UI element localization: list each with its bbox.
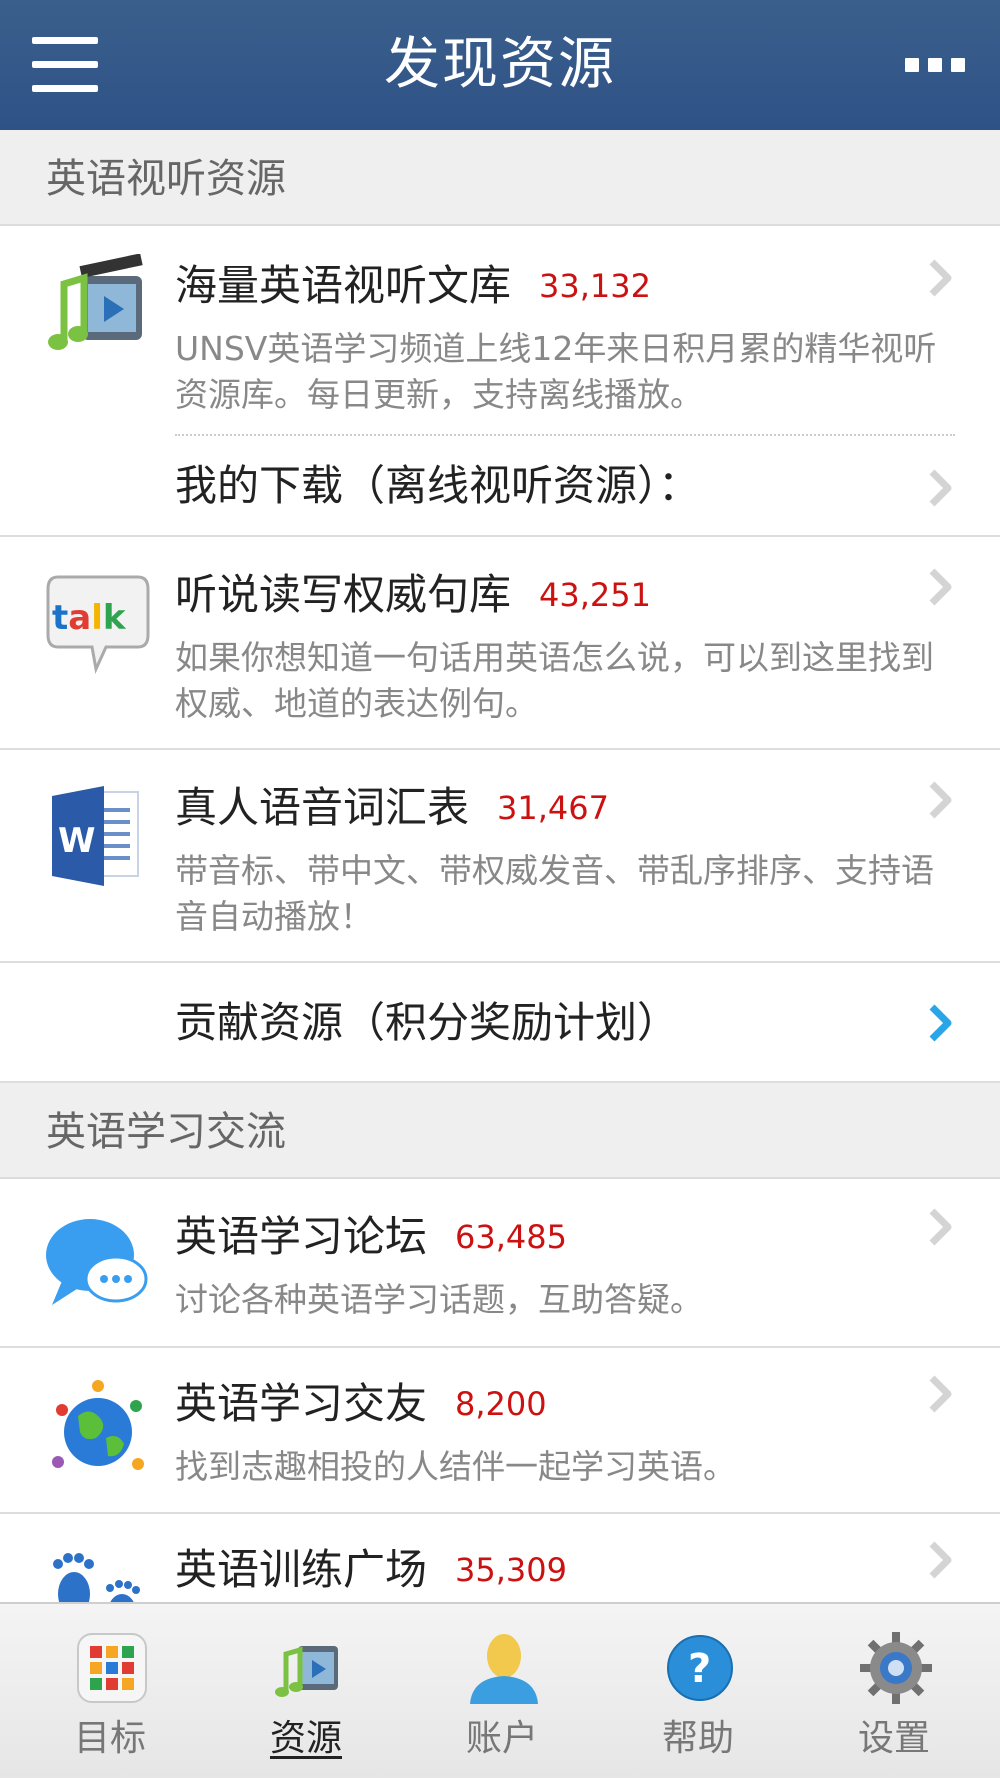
word-document-icon: W bbox=[52, 786, 139, 886]
user-icon bbox=[470, 1634, 538, 1704]
globe-people-icon bbox=[52, 1380, 144, 1470]
item-title: 英语学习论坛 63,485 bbox=[175, 1212, 567, 1261]
item-count: 63,485 bbox=[455, 1218, 567, 1256]
item-title: 海量英语视听文库 33,132 bbox=[175, 261, 651, 310]
divider bbox=[175, 434, 955, 436]
item-description: 带音标、带中文、带权威发音、带乱序排序、支持语音自动播放！ bbox=[175, 851, 934, 936]
item-count: 8,200 bbox=[455, 1385, 547, 1423]
tab-label: 资源 bbox=[269, 1718, 342, 1759]
apps-grid-icon bbox=[77, 1633, 147, 1703]
item-description: 找到志趣相投的人结伴一起学习英语。 bbox=[175, 1447, 736, 1486]
chevron-right-icon bbox=[929, 469, 952, 507]
footprints-icon bbox=[53, 1553, 140, 1602]
chevron-right-icon bbox=[929, 568, 952, 606]
top-nav-bar: 发现资源 bbox=[0, 0, 1000, 130]
list-item-sentence-bank[interactable]: talk 听说读写权威句库 43,251 如果你想知道一句话用英语怎么说，可以到这… bbox=[0, 537, 1000, 750]
item-description: UNSV英语学习频道上线12年来日积月累的精华视听资源库。每日更新，支持离线播放… bbox=[175, 329, 937, 414]
svg-text:?: ? bbox=[688, 1646, 711, 1692]
chevron-right-icon bbox=[929, 259, 952, 297]
bottom-tab-bar: 目标 资源 账户 ? 帮助 设置 bbox=[0, 1602, 1000, 1778]
page-title: 发现资源 bbox=[384, 32, 616, 97]
item-title: 贡献资源（积分奖励计划） bbox=[175, 998, 680, 1047]
item-description: 讨论各种英语学习话题，互助答疑。 bbox=[175, 1280, 703, 1319]
my-downloads-link[interactable]: 我的下载（离线视听资源）： bbox=[175, 460, 700, 512]
item-title: 真人语音词汇表 31,467 bbox=[175, 783, 609, 832]
list-item-video-library[interactable]: 海量英语视听文库 33,132 UNSV英语学习频道上线12年来日积月累的精华视听… bbox=[0, 228, 1000, 537]
chevron-right-icon bbox=[929, 1375, 952, 1413]
item-title: 英语学习交友 8,200 bbox=[175, 1379, 547, 1428]
tab-account[interactable]: 账户 bbox=[404, 1604, 600, 1778]
help-icon: ? bbox=[667, 1635, 733, 1701]
item-description: 如果你想知道一句话用英语怎么说，可以到这里找到权威、地道的表达例句。 bbox=[175, 638, 934, 723]
section-header-exchange: 英语学习交流 bbox=[0, 1083, 1000, 1179]
chevron-right-icon bbox=[929, 1004, 952, 1042]
list-item-training[interactable]: 英语训练广场 35,309 bbox=[0, 1514, 1000, 1602]
list-item-contribute[interactable]: 贡献资源（积分奖励计划） bbox=[0, 963, 1000, 1083]
item-title: 英语训练广场 35,309 bbox=[175, 1545, 567, 1594]
music-video-icon bbox=[48, 254, 143, 350]
chat-bubbles-icon bbox=[46, 1219, 148, 1305]
svg-text:talk: talk bbox=[52, 598, 127, 638]
tab-label: 目标 bbox=[73, 1718, 146, 1759]
chevron-right-icon bbox=[929, 1208, 952, 1246]
tab-goals[interactable]: 目标 bbox=[12, 1604, 208, 1778]
list-item-vocabulary[interactable]: W 真人语音词汇表 31,467 带音标、带中文、带权威发音、带乱序排序、支持语音… bbox=[0, 750, 1000, 963]
more-options-icon[interactable] bbox=[905, 58, 965, 72]
tab-label: 账户 bbox=[465, 1718, 538, 1759]
item-count: 33,132 bbox=[539, 267, 651, 305]
item-title: 听说读写权威句库 43,251 bbox=[175, 570, 651, 619]
list-item-forum[interactable]: 英语学习论坛 63,485 讨论各种英语学习话题，互助答疑。 bbox=[0, 1181, 1000, 1348]
section-header-audiovisual: 英语视听资源 bbox=[0, 130, 1000, 226]
item-count: 43,251 bbox=[539, 576, 651, 614]
section-title: 英语学习交流 bbox=[46, 1109, 286, 1155]
tab-label: 帮助 bbox=[661, 1718, 734, 1759]
chevron-right-icon bbox=[929, 1541, 952, 1579]
tab-resources[interactable]: 资源 bbox=[208, 1604, 404, 1778]
music-video-icon bbox=[275, 1646, 338, 1697]
tab-help[interactable]: ? 帮助 bbox=[600, 1604, 796, 1778]
tab-settings[interactable]: 设置 bbox=[796, 1604, 992, 1778]
item-count: 31,467 bbox=[497, 789, 609, 827]
chevron-right-icon bbox=[929, 781, 952, 819]
section-title: 英语视听资源 bbox=[46, 156, 286, 202]
gear-icon bbox=[860, 1632, 932, 1704]
tab-label: 设置 bbox=[857, 1718, 930, 1759]
talk-bubble-icon: talk bbox=[46, 575, 150, 674]
list-item-friends[interactable]: 英语学习交友 8,200 找到志趣相投的人结伴一起学习英语。 bbox=[0, 1348, 1000, 1514]
svg-text:W: W bbox=[58, 821, 96, 861]
item-count: 35,309 bbox=[455, 1551, 567, 1589]
